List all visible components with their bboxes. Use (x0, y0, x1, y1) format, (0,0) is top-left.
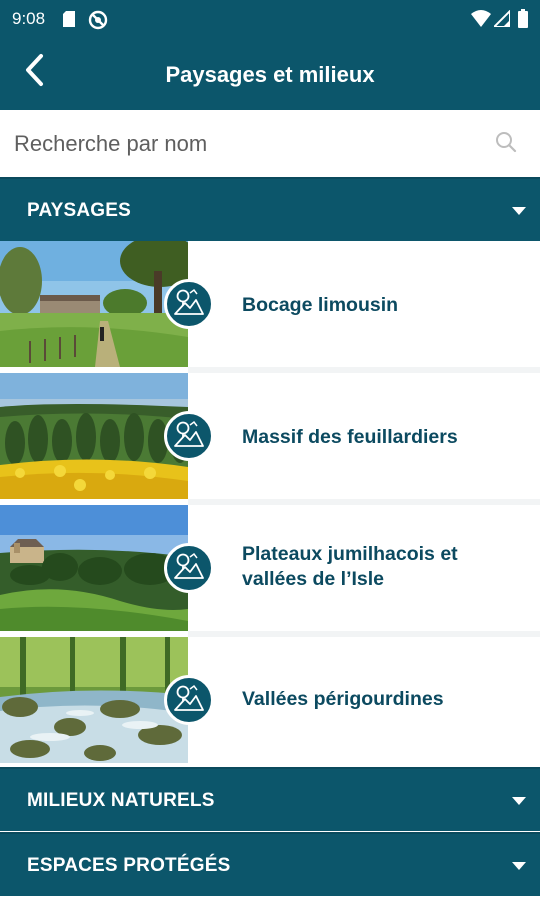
badge-landscape (164, 411, 214, 461)
item-label: Plateaux jumilhacois et vallées de l’Isl… (242, 543, 458, 590)
status-bar: 9:08 (0, 0, 540, 38)
no-disturb-icon (88, 10, 108, 35)
list-item-vallees-perigourdines[interactable]: Vallées périgourdines (0, 637, 540, 763)
list-item-bocage-limousin[interactable]: Bocage limousin (0, 241, 540, 367)
item-thumbnail (0, 505, 188, 631)
search-bar (0, 110, 540, 178)
section-label: MILIEUX NATURELS (27, 790, 215, 811)
app-bar: Paysages et milieux (0, 38, 540, 110)
caret-down-icon (512, 797, 526, 805)
section-label: ESPACES PROTÉGÉS (27, 855, 231, 876)
item-label: Bocage limousin (242, 294, 399, 316)
signal-icon (491, 8, 511, 32)
landscape-icon (174, 420, 204, 453)
section-label: PAYSAGES (27, 200, 132, 221)
item-thumbnail (0, 373, 188, 499)
list-item-plateaux-jumilhacois[interactable]: Plateaux jumilhacois et vallées de l’Isl… (0, 505, 540, 631)
sd-card-icon (63, 11, 75, 32)
search-input[interactable] (0, 110, 480, 178)
section-milieux-naturels[interactable]: MILIEUX NATURELS (0, 767, 540, 831)
badge-landscape (164, 543, 214, 593)
landscape-icon (174, 552, 204, 585)
item-thumbnail (0, 241, 188, 367)
search-icon[interactable] (495, 131, 517, 158)
badge-landscape (164, 675, 214, 725)
caret-down-icon (512, 862, 526, 870)
landscape-icon (174, 288, 204, 321)
landscape-icon (174, 684, 204, 717)
list-item-massif-des-feuillardiers[interactable]: Massif des feuillardiers (0, 373, 540, 499)
app-header: 9:08 Paysages et milieux (0, 0, 540, 110)
status-time: 9:08 (12, 9, 46, 28)
section-paysages[interactable]: PAYSAGES (0, 177, 540, 241)
battery-icon (518, 9, 528, 33)
section-espaces-proteges[interactable]: ESPACES PROTÉGÉS (0, 832, 540, 896)
item-label: Massif des feuillardiers (242, 426, 458, 448)
item-label: Vallées périgourdines (242, 688, 444, 710)
item-thumbnail (0, 637, 188, 763)
wifi-icon (471, 10, 491, 32)
page-title: Paysages et milieux (165, 62, 375, 87)
caret-down-icon (512, 207, 526, 215)
badge-landscape (164, 279, 214, 329)
